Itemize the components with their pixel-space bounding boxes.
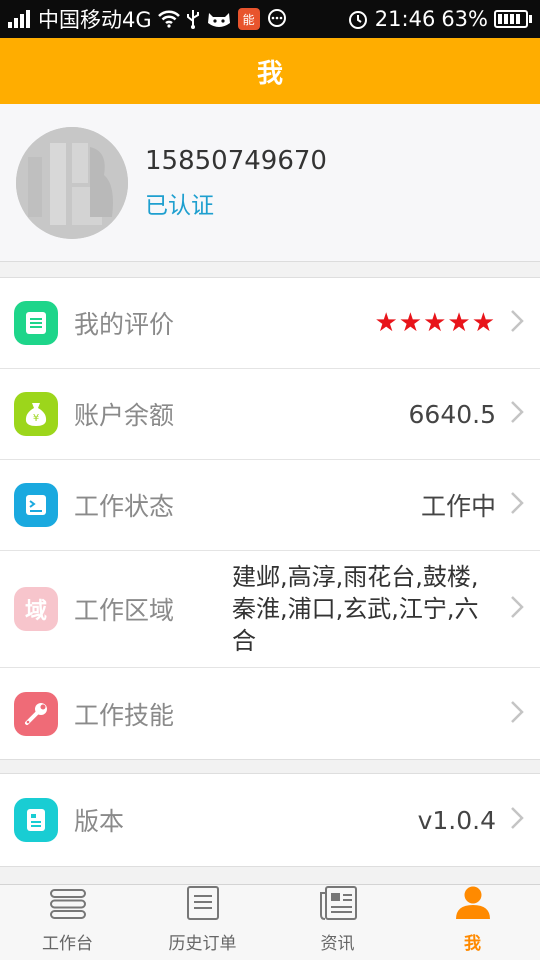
money-bag-icon: ¥ (14, 392, 58, 436)
history-order-icon (186, 885, 220, 925)
screen: 中国移动4G 能 21:46 63% 我 15850749670 已认证 我的评… (0, 0, 540, 960)
title-bar: 我 (0, 38, 540, 104)
work-status-value: 工作中 (420, 492, 496, 521)
work-skill-label: 工作技能 (74, 700, 175, 730)
work-area-value: 建邺,高淳,雨花台,鼓楼,秦淮,浦口,玄武,江宁,六合 (232, 563, 479, 655)
tab-label: 我 (464, 934, 481, 954)
alarm-icon (347, 8, 369, 30)
area-icon-text: 域 (24, 599, 47, 624)
menu-item-work-status[interactable]: 工作状态 工作中 (0, 460, 540, 551)
work-area-label: 工作区域 (74, 596, 175, 625)
battery-icon (494, 10, 532, 28)
menu-item-balance[interactable]: ¥ 账户余额 6640.5 (0, 369, 540, 460)
bottom-tab-bar: 工作台 历史订单 资讯 我 (0, 884, 540, 960)
chat-icon (266, 9, 288, 29)
phone-number: 15850749670 (145, 145, 327, 176)
status-bar: 中国移动4G 能 21:46 63% (0, 0, 540, 38)
news-icon (318, 885, 358, 925)
wrench-icon (14, 691, 58, 736)
app-notification-icon: 能 (237, 8, 260, 30)
clock-time: 21:46 (374, 7, 436, 31)
tab-workbench[interactable]: 工作台 (0, 885, 135, 960)
version-label: 版本 (74, 807, 125, 836)
status-icon (14, 483, 58, 527)
profile-header[interactable]: 15850749670 已认证 (0, 104, 540, 262)
balance-value: 6640.5 (408, 399, 496, 429)
tab-me[interactable]: 我 (405, 885, 540, 960)
chevron-right-icon (510, 309, 524, 337)
workbench-icon (48, 887, 88, 925)
tab-history-orders[interactable]: 历史订单 (135, 885, 270, 960)
menu-item-rating[interactable]: 我的评价 ★★★★★ (0, 278, 540, 369)
status-bar-right: 21:46 63% (347, 7, 532, 31)
work-status-label: 工作状态 (74, 492, 175, 521)
verified-status: 已认证 (145, 192, 214, 219)
version-value: v1.0.4 (417, 805, 496, 835)
tab-label: 工作台 (42, 934, 93, 954)
profile-info: 15850749670 已认证 (145, 146, 327, 220)
tab-news[interactable]: 资讯 (270, 885, 405, 960)
menu-item-version[interactable]: 版本 v1.0.4 (0, 774, 540, 866)
page-title: 我 (256, 58, 283, 89)
document-icon (14, 798, 58, 842)
status-bar-left: 中国移动4G 能 (8, 4, 288, 34)
area-icon: 域 (14, 587, 58, 631)
chevron-right-icon (510, 491, 524, 519)
tab-label: 资讯 (320, 934, 355, 954)
wifi-icon (157, 10, 180, 28)
balance-label: 账户余额 (74, 401, 175, 430)
svg-text:¥: ¥ (33, 413, 39, 424)
chevron-right-icon (510, 806, 524, 834)
rating-stars: ★★★★★ (374, 308, 496, 338)
chevron-right-icon (510, 700, 524, 728)
menu-item-work-area[interactable]: 域 工作区域 建邺,高淳,雨花台,鼓楼,秦淮,浦口,玄武,江宁,六合 (0, 551, 540, 668)
list-icon (14, 301, 58, 345)
avatar[interactable] (16, 126, 128, 239)
battery-percent: 63% (441, 7, 488, 31)
menu-item-work-skill[interactable]: 工作技能 (0, 668, 540, 759)
usb-icon (186, 9, 200, 29)
carrier-label: 中国移动4G (38, 8, 152, 32)
chevron-right-icon (510, 595, 524, 623)
menu-group-about: 版本 v1.0.4 (0, 773, 540, 867)
profile-icon (454, 885, 492, 925)
signal-icon (8, 10, 30, 28)
rating-label: 我的评价 (74, 310, 175, 339)
tab-label: 历史订单 (168, 934, 237, 954)
chevron-right-icon (510, 400, 524, 428)
cat-app-icon (206, 9, 232, 29)
menu-group-main: 我的评价 ★★★★★ ¥ 账户余额 6640.5 工作状态 工作中 域 工作区域 (0, 277, 540, 760)
